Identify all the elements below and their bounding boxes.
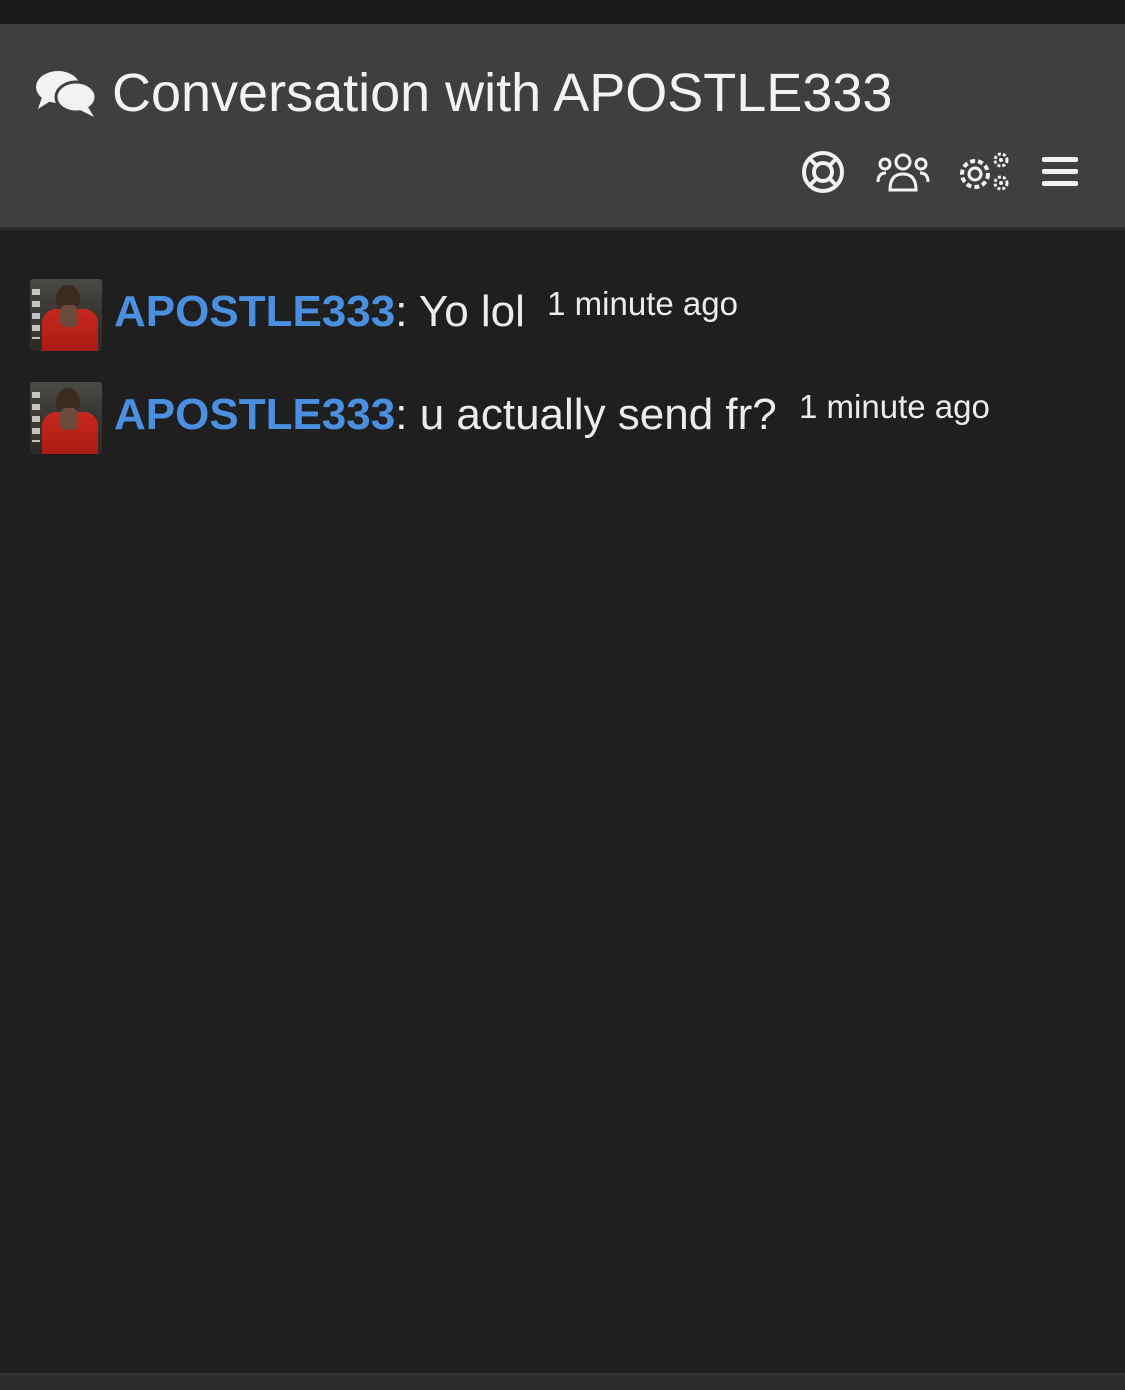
support-button[interactable] bbox=[801, 150, 845, 198]
menu-button[interactable] bbox=[1039, 150, 1081, 198]
message-timestamp: 1 minute ago bbox=[547, 285, 738, 322]
message-separator: : bbox=[395, 287, 408, 336]
message-list: APOSTLE333: Yo lol 1 minute ago APOSTLE3… bbox=[0, 233, 1125, 1373]
gears-icon bbox=[957, 150, 1013, 199]
message-separator: : bbox=[395, 390, 408, 439]
settings-button[interactable] bbox=[960, 150, 1009, 198]
message-line: APOSTLE333: Yo lol 1 minute ago bbox=[114, 285, 738, 337]
message-username[interactable]: APOSTLE333 bbox=[114, 287, 395, 336]
message-timestamp: 1 minute ago bbox=[799, 388, 990, 425]
hamburger-menu-icon bbox=[1040, 154, 1080, 195]
message-text: Yo lol bbox=[418, 287, 525, 336]
message-line: APOSTLE333: u actually send fr? 1 minute… bbox=[114, 388, 990, 440]
participants-button[interactable] bbox=[876, 150, 930, 198]
list-item: APOSTLE333: u actually send fr? 1 minute… bbox=[30, 382, 990, 454]
avatar[interactable] bbox=[30, 279, 102, 351]
avatar[interactable] bbox=[30, 382, 102, 454]
status-bar-strip bbox=[0, 0, 1125, 24]
message-username[interactable]: APOSTLE333 bbox=[114, 390, 395, 439]
page-title: Conversation with APOSTLE333 bbox=[112, 63, 893, 123]
list-item: APOSTLE333: Yo lol 1 minute ago bbox=[30, 279, 738, 351]
title-row: Conversation with APOSTLE333 bbox=[34, 58, 892, 128]
message-text: u actually send fr? bbox=[419, 390, 777, 439]
lifebuoy-icon bbox=[801, 150, 845, 199]
header-toolbar bbox=[801, 150, 1081, 198]
conversation-header: Conversation with APOSTLE333 bbox=[0, 24, 1125, 230]
users-icon bbox=[876, 152, 930, 197]
bottom-bar bbox=[0, 1373, 1125, 1390]
chat-bubbles-icon bbox=[34, 67, 98, 119]
